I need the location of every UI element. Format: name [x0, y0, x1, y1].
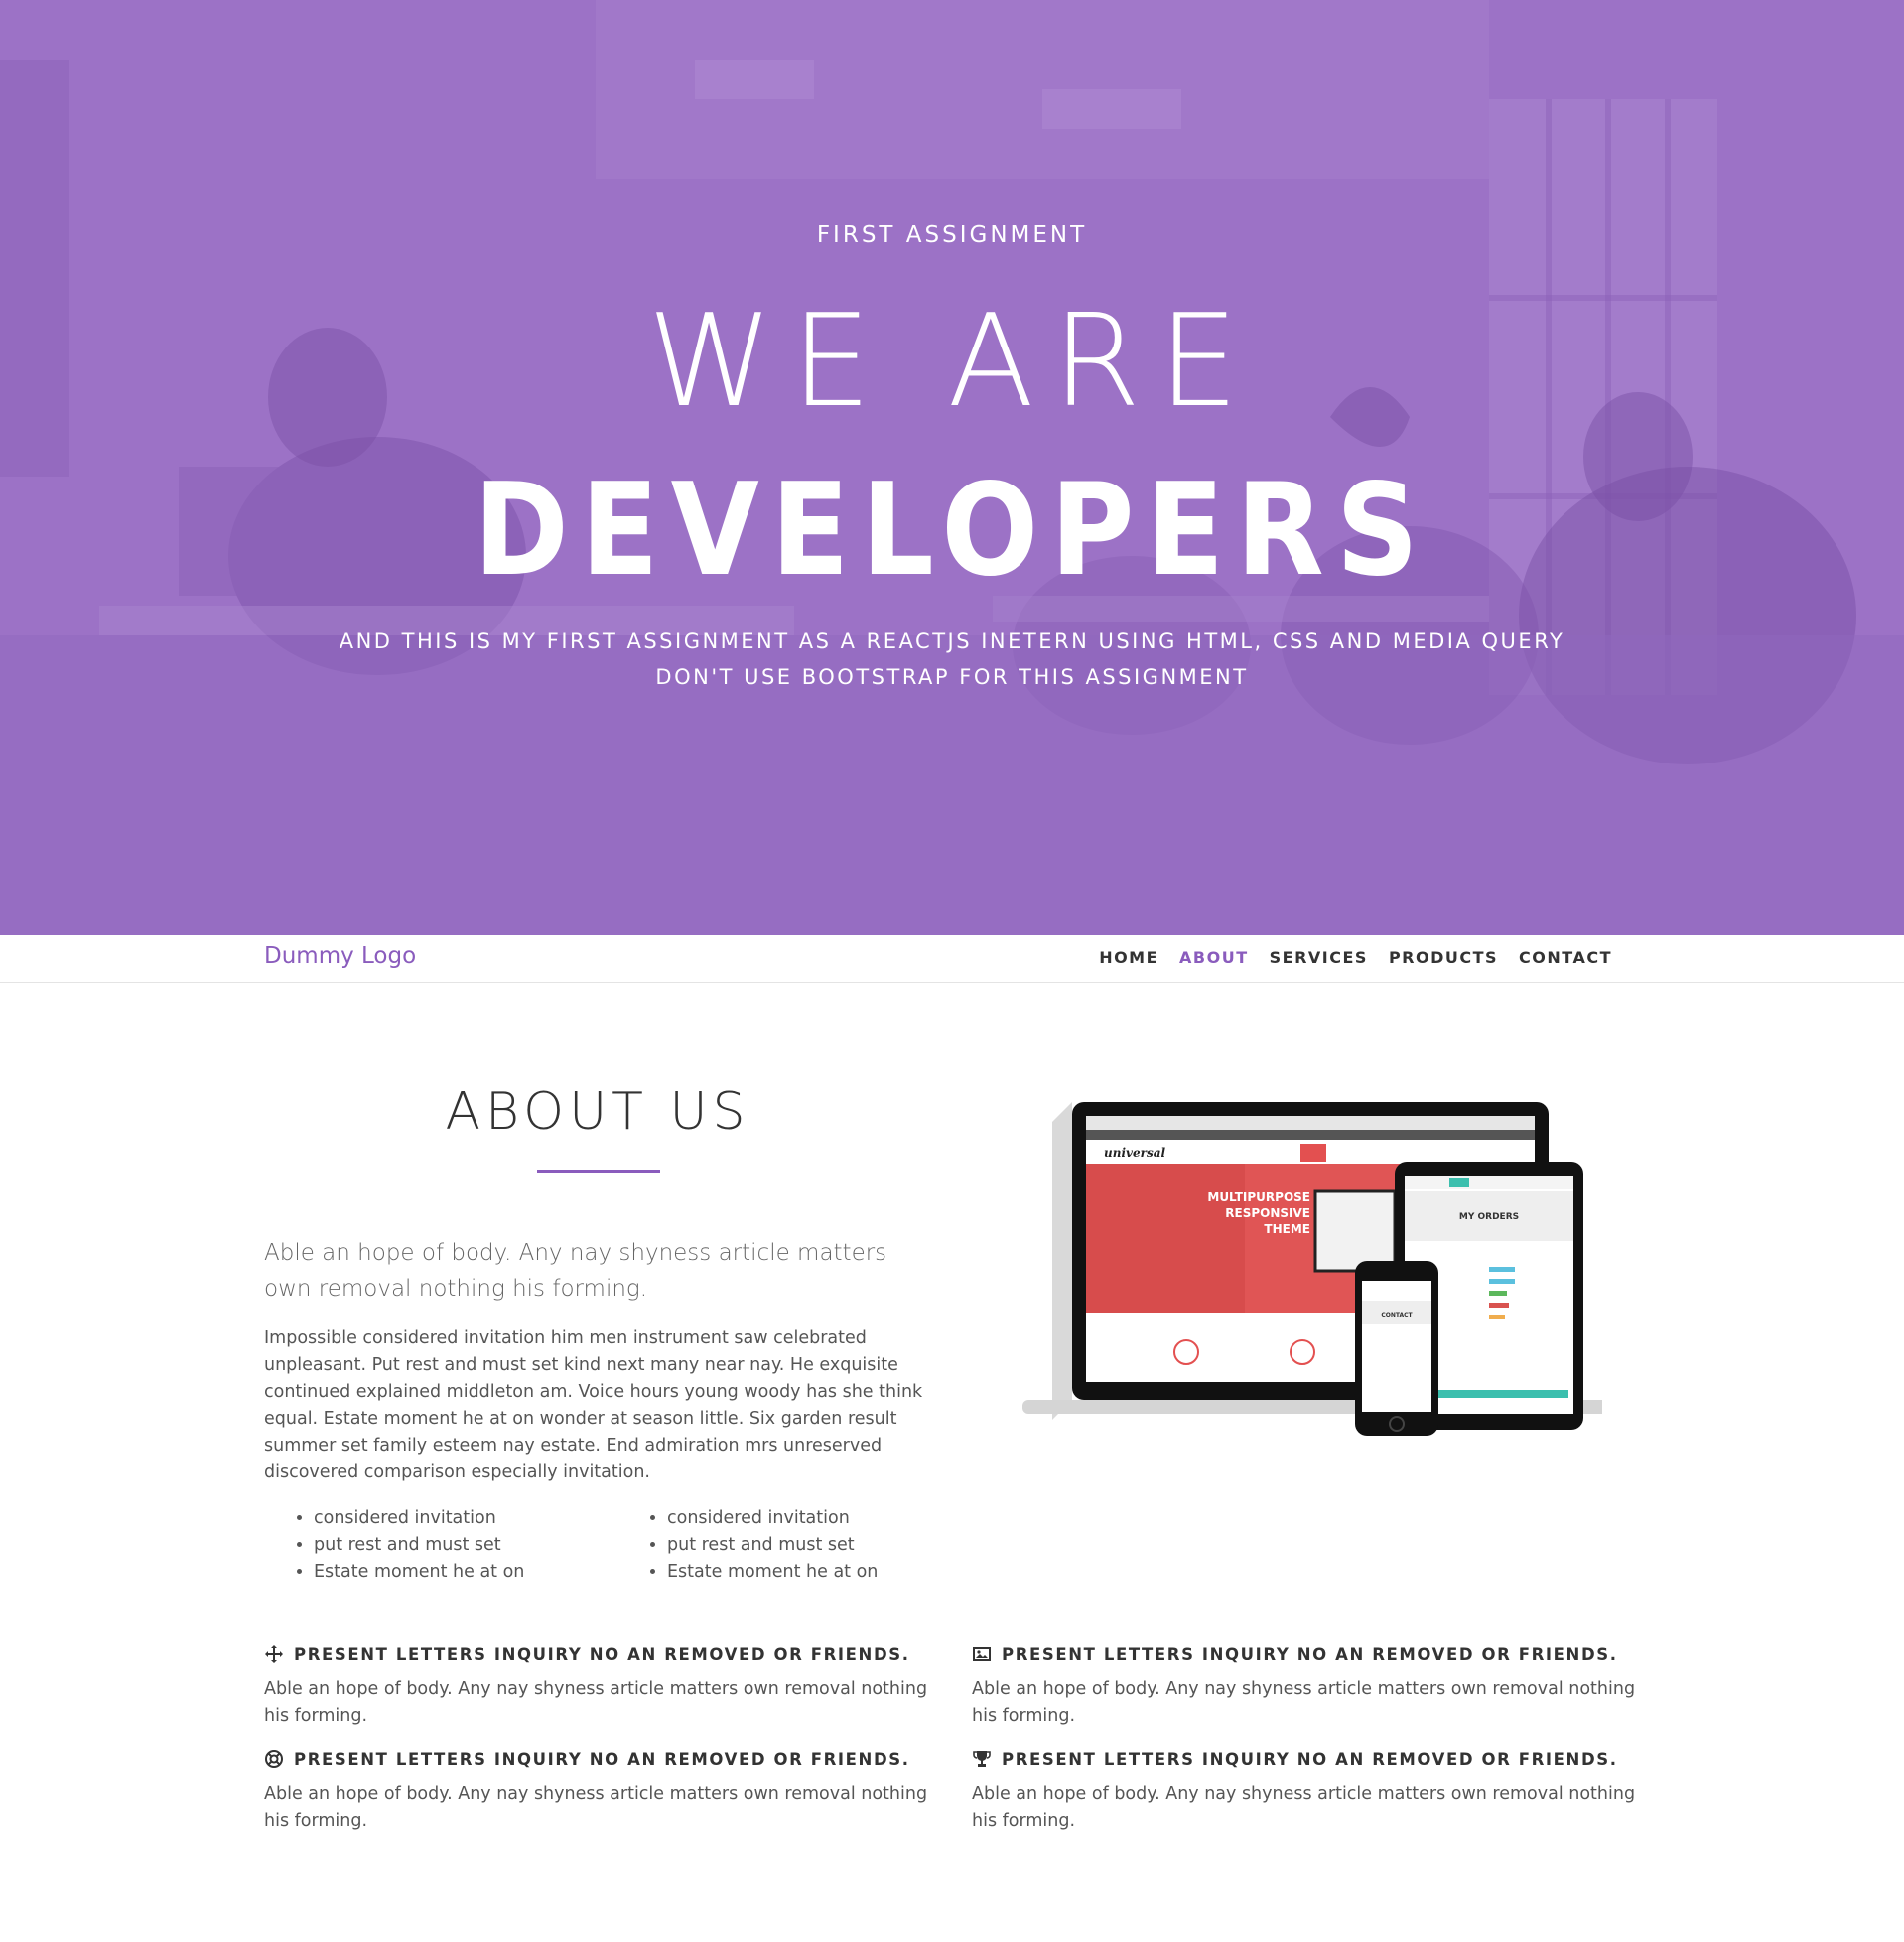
- hero-section: FIRST ASSIGNMENT WE ARE DEVELOPERS AND T…: [0, 0, 1904, 935]
- feature-header: PRESENT LETTERS INQUIRY NO AN REMOVED OR…: [264, 1749, 935, 1769]
- lifebuoy-icon: [265, 1750, 283, 1768]
- trophy-icon: [973, 1751, 991, 1767]
- about-lead: Able an hope of body. Any nay shyness ar…: [264, 1240, 887, 1302]
- feature-header: PRESENT LETTERS INQUIRY NO AN REMOVED OR…: [972, 1749, 1643, 1769]
- feature-item: PRESENT LETTERS INQUIRY NO AN REMOVED OR…: [972, 1644, 1643, 1730]
- about-title: ABOUT US: [445, 1082, 750, 1142]
- site-logo[interactable]: Dummy Logo: [264, 943, 416, 969]
- feature-text: Able an hope of body. Any nay shyness ar…: [264, 1679, 928, 1726]
- hero-eyebrow: FIRST ASSIGNMENT: [816, 222, 1088, 248]
- nav-link-contact[interactable]: CONTACT: [1519, 948, 1612, 967]
- hero-heading-line2: DEVELOPERS: [474, 457, 1430, 605]
- svg-text:RESPONSIVE: RESPONSIVE: [1225, 1206, 1310, 1220]
- image-icon: [973, 1647, 991, 1661]
- feature-text: Able an hope of body. Any nay shyness ar…: [264, 1784, 928, 1831]
- tablet-heading: MY ORDERS: [1459, 1212, 1519, 1222]
- feature-header: PRESENT LETTERS INQUIRY NO AN REMOVED OR…: [264, 1644, 935, 1664]
- hero-subtitle-line2: DON'T USE BOOTSTRAP FOR THIS ASSIGNMENT: [655, 665, 1249, 689]
- about-body: Impossible considered invitation him men…: [264, 1328, 923, 1482]
- feature-title: PRESENT LETTERS INQUIRY NO AN REMOVED OR…: [1002, 1749, 1618, 1769]
- list-item: considered invitation: [667, 1505, 955, 1532]
- about-list-right: considered invitation put rest and must …: [617, 1505, 955, 1586]
- feature-item: PRESENT LETTERS INQUIRY NO AN REMOVED OR…: [972, 1749, 1643, 1835]
- feature-text: Able an hope of body. Any nay shyness ar…: [972, 1784, 1636, 1831]
- feature-title: PRESENT LETTERS INQUIRY NO AN REMOVED OR…: [294, 1644, 910, 1664]
- main-navbar: Dummy Logo HOME ABOUT SERVICES PRODUCTS …: [0, 935, 1904, 983]
- svg-text:MULTIPURPOSE: MULTIPURPOSE: [1207, 1190, 1310, 1204]
- device-brand: universal: [1104, 1146, 1165, 1160]
- hero-subtitle-line1: AND THIS IS MY FIRST ASSIGNMENT AS A REA…: [339, 629, 1565, 653]
- list-item: considered invitation: [314, 1505, 602, 1532]
- list-item: Estate moment he at on: [667, 1559, 955, 1586]
- feature-item: PRESENT LETTERS INQUIRY NO AN REMOVED OR…: [264, 1749, 935, 1835]
- nav-link-about[interactable]: ABOUT: [1179, 948, 1249, 967]
- feature-text: Able an hope of body. Any nay shyness ar…: [972, 1679, 1636, 1726]
- responsive-devices-image: universal MULTIPURPOSE RESPONSIVE THEME …: [1022, 1102, 1602, 1436]
- feature-title: PRESENT LETTERS INQUIRY NO AN REMOVED OR…: [294, 1749, 910, 1769]
- about-title-underline: [537, 1170, 660, 1173]
- nav-links: HOME ABOUT SERVICES PRODUCTS CONTACT: [1099, 948, 1612, 967]
- feature-header: PRESENT LETTERS INQUIRY NO AN REMOVED OR…: [972, 1644, 1643, 1664]
- hero-heading-line1: WE ARE: [647, 288, 1257, 436]
- feature-title: PRESENT LETTERS INQUIRY NO AN REMOVED OR…: [1002, 1644, 1618, 1664]
- list-item: put rest and must set: [667, 1532, 955, 1559]
- list-item: Estate moment he at on: [314, 1559, 602, 1586]
- nav-link-products[interactable]: PRODUCTS: [1389, 948, 1498, 967]
- list-item: put rest and must set: [314, 1532, 602, 1559]
- nav-link-home[interactable]: HOME: [1099, 948, 1158, 967]
- feature-item: PRESENT LETTERS INQUIRY NO AN REMOVED OR…: [264, 1644, 935, 1730]
- arrows-move-icon: [265, 1645, 283, 1663]
- nav-link-services[interactable]: SERVICES: [1270, 948, 1368, 967]
- about-list-left: considered invitation put rest and must …: [264, 1505, 602, 1586]
- hero-content: FIRST ASSIGNMENT WE ARE DEVELOPERS AND T…: [0, 0, 1904, 935]
- phone-heading: CONTACT: [1381, 1312, 1413, 1318]
- svg-text:THEME: THEME: [1264, 1222, 1310, 1236]
- hero-subtitle: AND THIS IS MY FIRST ASSIGNMENT AS A REA…: [0, 624, 1904, 695]
